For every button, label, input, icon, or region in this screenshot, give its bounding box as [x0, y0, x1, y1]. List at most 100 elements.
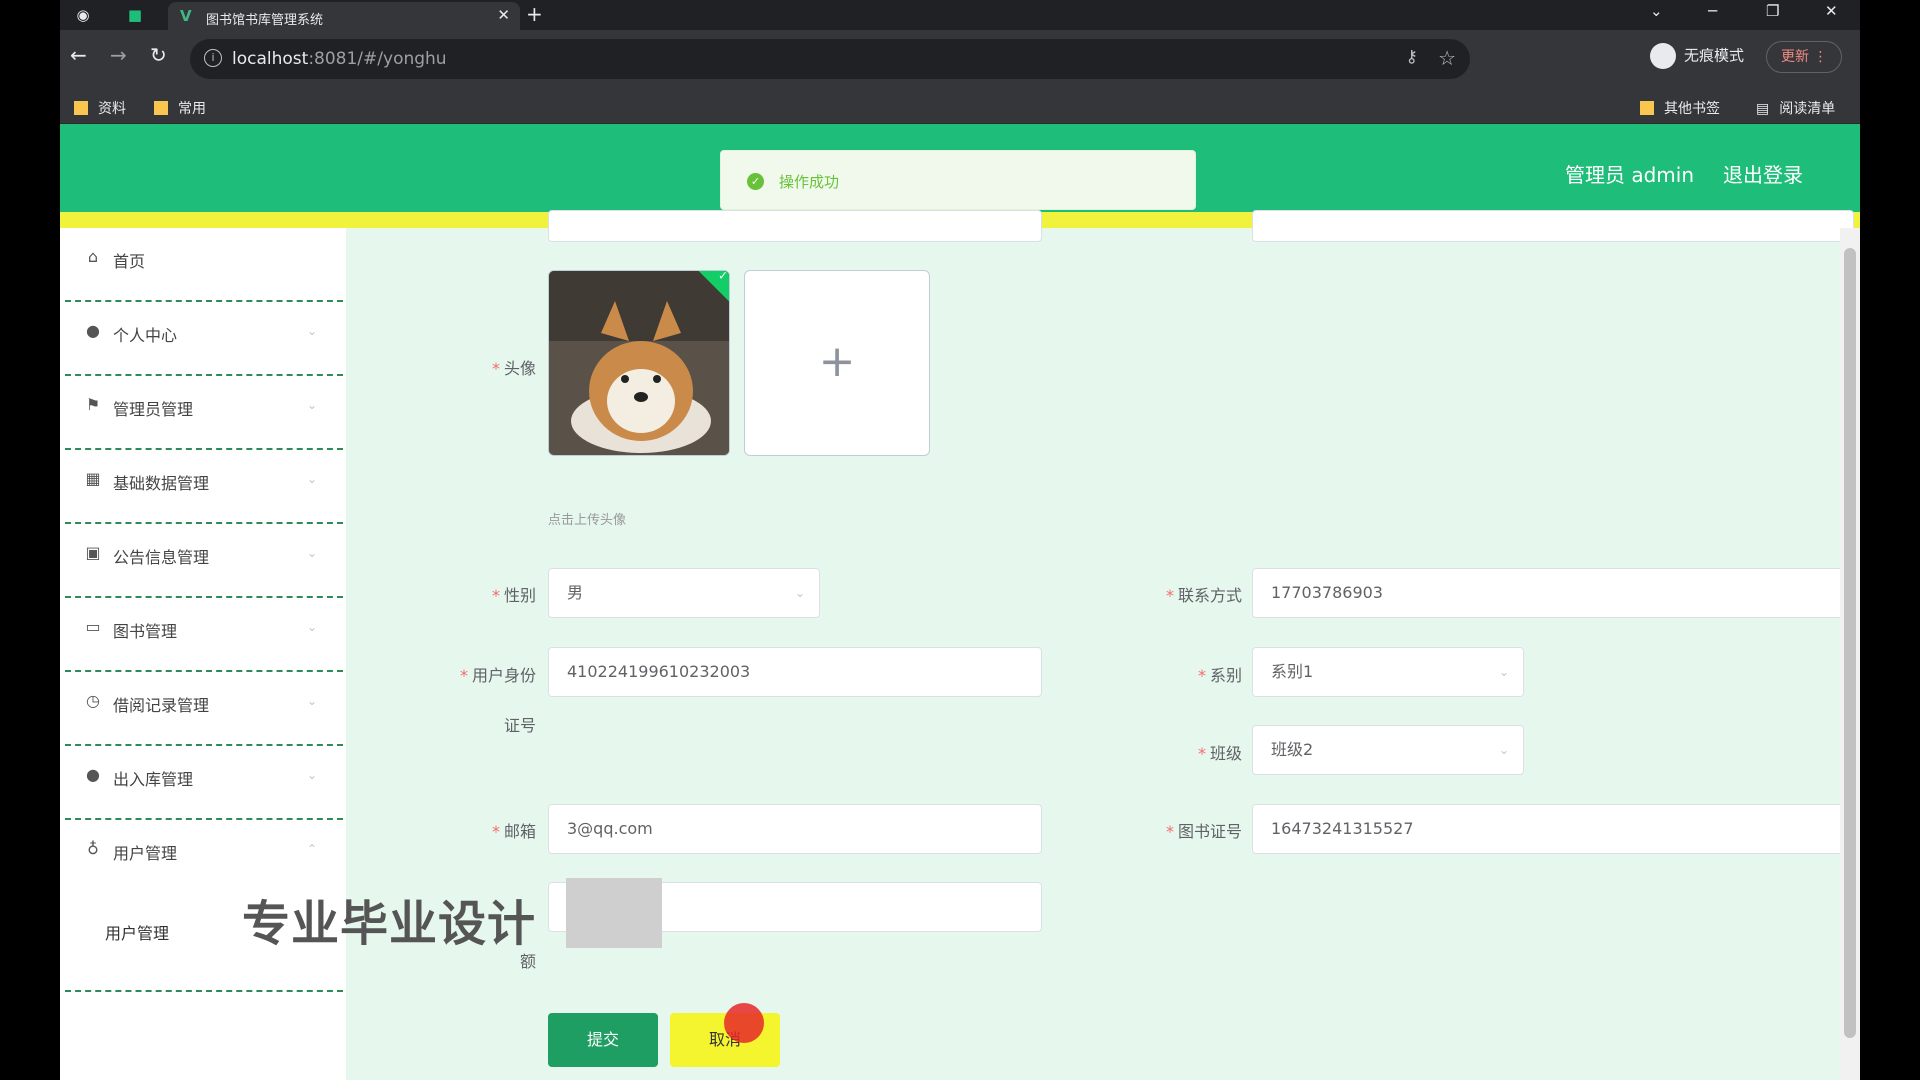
bookmark-label: 资料: [98, 101, 126, 117]
form-input-partial[interactable]: [1252, 210, 1854, 242]
forward-icon[interactable]: →: [110, 43, 127, 67]
close-tab-icon[interactable]: ✕: [497, 6, 510, 24]
gender-select[interactable]: 男 ⌄: [548, 568, 820, 618]
tab-search-icon[interactable]: ⌄: [1650, 2, 1663, 20]
sidebar-item-stock-in-out[interactable]: ● 出入库管理 ⌄: [65, 746, 343, 820]
click-indicator: [724, 1003, 764, 1043]
class-select[interactable]: 班级2 ⌄: [1252, 725, 1524, 775]
contact-value: 17703786903: [1271, 583, 1383, 602]
mic-icon: ♁: [87, 839, 99, 858]
new-tab-icon[interactable]: +: [526, 2, 543, 26]
sidebar-item-user-management[interactable]: ♁ 用户管理 ⌃: [65, 820, 343, 894]
chevron-down-icon: ⌄: [1498, 665, 1509, 679]
tab-bar: ◉ ■ V 图书馆书库管理系统 ✕ + ⌄ ─ ❐ ✕: [60, 0, 1860, 30]
folder-icon: [154, 101, 168, 115]
avatar-thumbnail[interactable]: ✓: [548, 270, 730, 456]
browser-window: ◉ ■ V 图书馆书库管理系统 ✕ + ⌄ ─ ❐ ✕ ← → ↻ i loca…: [60, 0, 1860, 1080]
restore-icon[interactable]: ❐: [1766, 2, 1779, 20]
reading-list-icon: ▤: [1756, 101, 1770, 117]
class-value: 班级2: [1271, 740, 1314, 759]
url-field[interactable]: i localhost:8081/#/yonghu ⚷ ☆: [190, 39, 1470, 79]
chevron-down-icon: ⌄: [306, 546, 317, 560]
browser-menu-icon[interactable]: ◉: [70, 3, 96, 27]
department-value: 系别1: [1271, 662, 1314, 681]
url-host: localhost: [232, 49, 309, 69]
incognito-indicator[interactable]: 无痕模式: [1650, 43, 1744, 69]
close-window-icon[interactable]: ✕: [1825, 2, 1838, 20]
site-info-icon[interactable]: i: [204, 49, 222, 67]
minimize-icon[interactable]: ─: [1708, 2, 1717, 20]
library-card-input[interactable]: 16473241315527: [1252, 804, 1854, 854]
chevron-down-icon: ⌄: [306, 620, 317, 634]
department-select[interactable]: 系别1 ⌄: [1252, 647, 1524, 697]
key-icon[interactable]: ⚷: [1406, 47, 1418, 67]
grid-icon: ▦: [85, 469, 101, 488]
incognito-label: 无痕模式: [1684, 46, 1745, 65]
active-tab[interactable]: V 图书馆书库管理系统 ✕: [168, 2, 520, 30]
logout-link[interactable]: 退出登录: [1723, 159, 1803, 188]
sidebar-item-notices[interactable]: ▣ 公告信息管理 ⌄: [65, 524, 343, 598]
avatar-upload-button[interactable]: +: [744, 270, 930, 456]
library-card-label: * 图书证号: [1165, 822, 1242, 841]
admin-label: 管理员 admin: [1565, 163, 1695, 187]
sidebar-item-label: 借阅记录管理: [113, 696, 210, 715]
flag-icon: ⚑: [85, 395, 101, 414]
bookmark-label: 常用: [178, 101, 206, 117]
other-bookmarks[interactable]: 其他书签: [1640, 98, 1720, 118]
submit-button[interactable]: 提交: [548, 1013, 658, 1067]
contact-label: * 联系方式: [1165, 586, 1242, 605]
sidebar-item-admin-management[interactable]: ⚑ 管理员管理 ⌄: [65, 376, 343, 450]
form-input-partial[interactable]: [548, 210, 1042, 242]
reload-icon[interactable]: ↻: [150, 43, 167, 67]
clipboard-icon: ▣: [85, 543, 101, 562]
tab-title: 图书馆书库管理系统: [206, 13, 324, 28]
contact-input[interactable]: 17703786903: [1252, 568, 1854, 618]
contact-label-text: 联系方式: [1177, 586, 1242, 605]
gender-value: 男: [567, 583, 584, 602]
toast-message: 操作成功: [779, 173, 840, 191]
sidebar-item-label: 公告信息管理: [113, 548, 210, 567]
update-label: 更新: [1781, 49, 1809, 65]
shiba-dog-photo: [549, 271, 729, 455]
url-text: localhost:8081/#/yonghu: [232, 49, 447, 69]
sidebar-subitem-label: 用户管理: [105, 924, 170, 943]
email-input[interactable]: 3@qq.com: [548, 804, 1042, 854]
address-bar-row: ← → ↻ i localhost:8081/#/yonghu ⚷ ☆ 无痕模式…: [60, 30, 1860, 90]
bookmark-folder[interactable]: 常用: [154, 98, 206, 118]
home-icon: ⌂: [87, 247, 99, 266]
user-icon: ●: [86, 321, 100, 340]
class-label-text: 班级: [1209, 744, 1242, 763]
bookmark-folder[interactable]: 资料: [74, 98, 126, 118]
id-number-label: * 用户身份: [459, 666, 536, 685]
id-number-input[interactable]: 410224199610232003: [548, 647, 1042, 697]
url-path: :8081/#/yonghu: [308, 49, 447, 69]
sidebar-item-borrow-records[interactable]: ◷ 借阅记录管理 ⌄: [65, 672, 343, 746]
back-icon[interactable]: ←: [70, 43, 87, 67]
sidebar-item-base-data[interactable]: ▦ 基础数据管理 ⌄: [65, 450, 343, 524]
bookmark-label: 其他书签: [1664, 101, 1720, 117]
sidebar-item-label: 首页: [113, 252, 146, 271]
update-button[interactable]: 更新 ⋮: [1766, 41, 1842, 73]
library-card-value: 16473241315527: [1271, 819, 1414, 838]
app-icon[interactable]: ■: [122, 3, 148, 27]
sidebar-item-books[interactable]: ▭ 图书管理 ⌄: [65, 598, 343, 672]
id-number-label-line2: 证号: [503, 716, 536, 735]
reading-list[interactable]: ▤ 阅读清单: [1756, 98, 1835, 118]
chevron-down-icon: ⌄: [306, 398, 317, 412]
book-icon: ▭: [85, 617, 101, 636]
scrollbar[interactable]: [1840, 228, 1860, 1080]
watermark-blur: [566, 878, 662, 948]
sidebar-item-label: 用户管理: [113, 844, 178, 863]
sidebar-item-label: 出入库管理: [113, 770, 194, 789]
sidebar-item-home[interactable]: ⌂ 首页: [65, 228, 343, 302]
folder-icon: [1640, 101, 1654, 115]
id-number-value: 410224199610232003: [567, 662, 751, 681]
user-icon: ●: [86, 765, 100, 784]
folder-icon: [74, 101, 88, 115]
sidebar-item-personal-center[interactable]: ● 个人中心 ⌄: [65, 302, 343, 376]
scrollbar-thumb[interactable]: [1844, 248, 1856, 1038]
sidebar-item-label: 基础数据管理: [113, 474, 210, 493]
check-icon: ✓: [717, 270, 729, 283]
bookmark-star-icon[interactable]: ☆: [1438, 46, 1456, 70]
email-value: 3@qq.com: [567, 819, 653, 838]
